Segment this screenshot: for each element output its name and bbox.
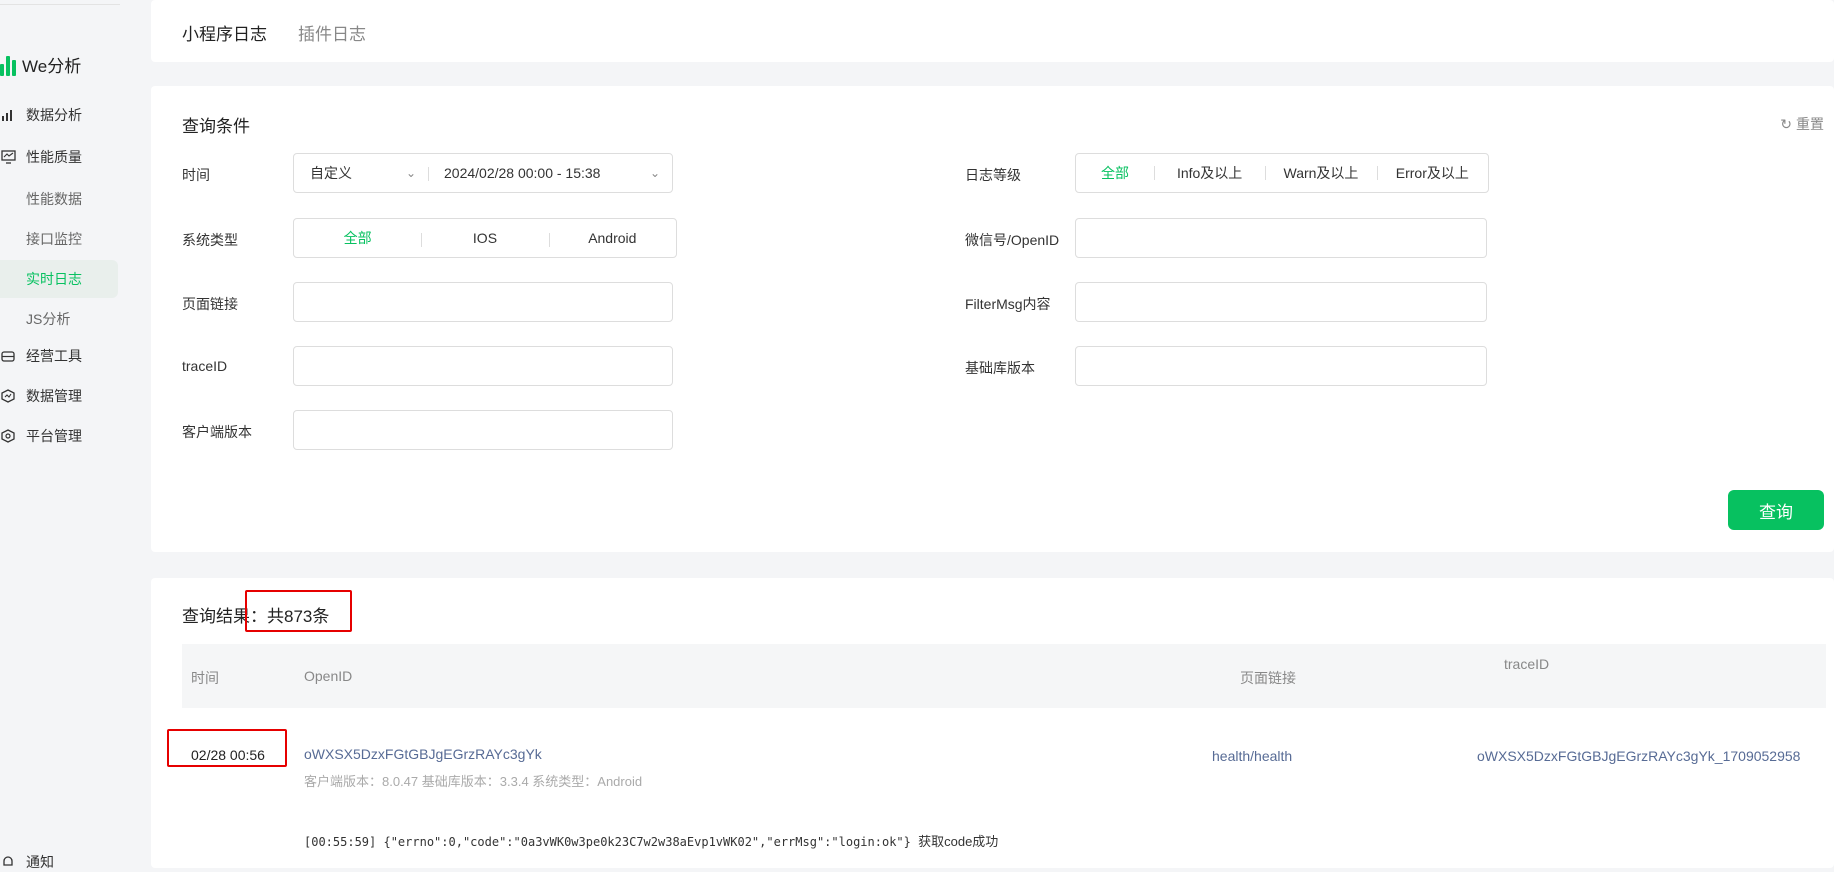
base-lib-version-label: 基础库版本: [965, 360, 1035, 376]
system-type-ios[interactable]: IOS: [421, 230, 548, 247]
page-link-input[interactable]: [293, 282, 673, 322]
log-type-tabs: 小程序日志 插件日志: [151, 0, 1834, 62]
system-type-all[interactable]: 全部: [294, 228, 421, 248]
trace-id-input[interactable]: [293, 346, 673, 386]
page-link-label: 页面链接: [182, 296, 238, 312]
reset-button[interactable]: ↻ 重置: [1780, 114, 1824, 134]
sidebar-item-notifications[interactable]: 通知: [0, 852, 54, 872]
base-lib-version-input[interactable]: [1075, 346, 1487, 386]
system-type-android[interactable]: Android: [548, 230, 676, 247]
system-type-label: 系统类型: [182, 232, 238, 248]
query-section-title: 查询条件: [182, 117, 250, 136]
tab-plugin-log[interactable]: 插件日志: [298, 20, 366, 45]
sidebar-item-label: 通知: [26, 854, 54, 870]
monitor-icon: [0, 149, 16, 165]
column-header-trace-id: traceID: [1504, 656, 1550, 672]
wechat-openid-label: 微信号/OpenID: [965, 232, 1060, 248]
sidebar-item-business-tools[interactable]: 经营工具: [0, 346, 82, 366]
brand-name: We分析: [22, 57, 82, 76]
date-range-select[interactable]: 2024/02/28 00:00 - 15:38 ⌄: [428, 165, 672, 181]
divider: [0, 4, 120, 5]
sidebar-item-data-management[interactable]: 数据管理: [0, 386, 82, 406]
data-shield-icon: [0, 388, 16, 404]
time-label: 时间: [182, 167, 210, 183]
filter-msg-label: FilterMsg内容: [965, 296, 1051, 312]
log-level-warn[interactable]: Warn及以上: [1265, 163, 1376, 183]
highlight-box-count: [245, 590, 352, 632]
row-log-message: [00:55:59] {"errno":0,"code":"0a3vWK0w3p…: [304, 831, 998, 850]
date-range-value: 2024/02/28 00:00 - 15:38: [444, 165, 601, 181]
log-note: 获取code成功: [918, 834, 999, 849]
log-level-info[interactable]: Info及以上: [1153, 163, 1265, 183]
results-table-header: 时间 OpenID 页面链接 traceID: [182, 644, 1826, 708]
time-mode-select[interactable]: 自定义 ⌄: [294, 163, 428, 183]
sidebar-subitem-api-monitor[interactable]: 接口监控: [26, 229, 82, 249]
client-version-input[interactable]: [293, 410, 673, 450]
column-header-time: 时间: [191, 670, 219, 686]
time-mode-value: 自定义: [310, 165, 352, 181]
log-level-selector: 全部 Info及以上 Warn及以上 Error及以上: [1075, 153, 1489, 193]
sidebar-subitem-realtime-log[interactable]: 实时日志: [26, 269, 82, 289]
query-results-panel: 查询结果：共873条 时间 OpenID 页面链接 traceID 02/28 …: [151, 578, 1834, 868]
sidebar-item-label: 数据分析: [26, 107, 82, 123]
log-level-error[interactable]: Error及以上: [1376, 163, 1488, 183]
toolbox-icon: [0, 348, 16, 364]
trace-id-label: traceID: [182, 358, 228, 374]
highlight-box-time: [167, 729, 287, 767]
bar-chart-icon: [0, 107, 16, 123]
row-openid[interactable]: oWXSX5DzxFGtGBJgEGrzRAYc3gYk: [304, 746, 542, 762]
sidebar-item-platform-management[interactable]: 平台管理: [0, 426, 82, 446]
chevron-down-icon: ⌄: [405, 166, 416, 180]
brand-logo[interactable]: We分析: [0, 52, 81, 77]
system-type-selector: 全部 IOS Android: [293, 218, 677, 258]
filter-msg-input[interactable]: [1075, 282, 1487, 322]
sidebar-item-label: 数据管理: [26, 388, 82, 404]
reset-label: 重置: [1796, 116, 1824, 132]
column-header-openid: OpenID: [304, 668, 353, 684]
column-header-page-link: 页面链接: [1240, 670, 1296, 686]
we-analysis-logo-icon: [0, 54, 16, 76]
row-trace-id[interactable]: oWXSX5DzxFGtGBJgEGrzRAYc3gYk_1709052958: [1477, 748, 1800, 764]
sidebar-item-data-analysis[interactable]: 数据分析: [0, 105, 82, 125]
sidebar: We分析 数据分析 性能质量 性能数据 接口监控 实时日志 JS分析 经营工具 …: [0, 0, 120, 870]
sidebar-item-label: 平台管理: [26, 428, 82, 444]
time-range-picker: 自定义 ⌄ 2024/02/28 00:00 - 15:38 ⌄: [293, 153, 673, 193]
settings-hex-icon: [0, 428, 16, 444]
client-version-label: 客户端版本: [182, 424, 252, 440]
refresh-icon: ↻: [1780, 115, 1792, 132]
log-text: [00:55:59] {"errno":0,"code":"0a3vWK0w3p…: [304, 835, 911, 849]
query-conditions-panel: 查询条件 ↻ 重置 时间 自定义 ⌄ 2024/02/28 00:00 - 15…: [151, 86, 1834, 552]
sidebar-item-label: 经营工具: [26, 348, 82, 364]
log-level-label: 日志等级: [965, 167, 1021, 183]
log-level-all[interactable]: 全部: [1076, 163, 1154, 183]
chevron-down-icon: ⌄: [649, 166, 660, 180]
tab-miniprogram-log[interactable]: 小程序日志: [182, 20, 267, 45]
row-page-link[interactable]: health/health: [1212, 748, 1292, 764]
sidebar-item-label: 性能质量: [26, 149, 82, 165]
sidebar-item-performance[interactable]: 性能质量: [0, 147, 82, 167]
wechat-openid-input[interactable]: [1075, 218, 1487, 258]
sidebar-subitem-perf-data[interactable]: 性能数据: [26, 189, 82, 209]
query-button[interactable]: 查询: [1728, 490, 1824, 530]
sidebar-subitem-js-analysis[interactable]: JS分析: [26, 309, 70, 329]
row-meta: 客户端版本：8.0.47 基础库版本：3.3.4 系统类型：Android: [304, 774, 643, 789]
